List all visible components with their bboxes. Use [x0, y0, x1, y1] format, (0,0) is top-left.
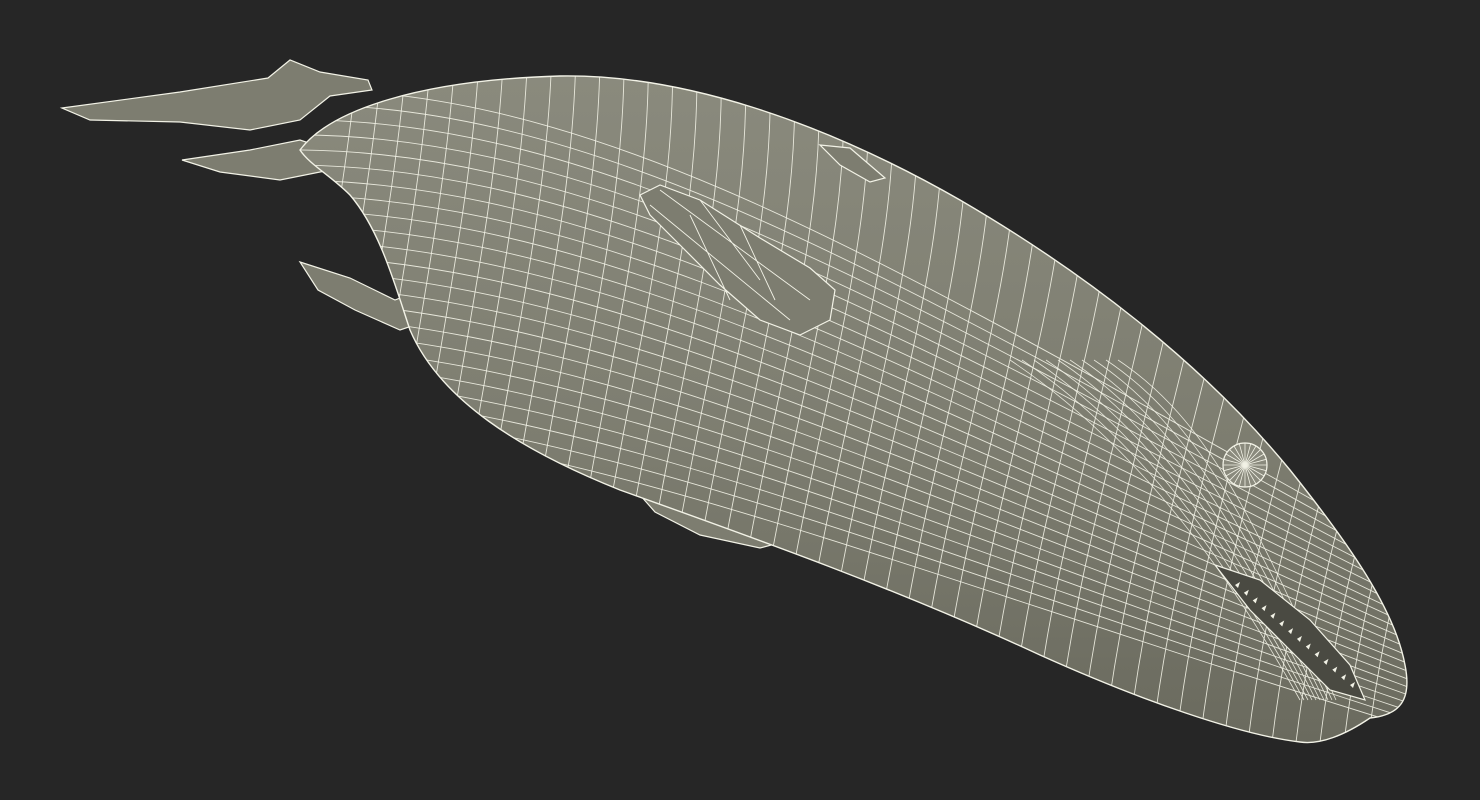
- fish-wireframe-render: [59, 59, 1408, 744]
- eye: [1222, 442, 1268, 488]
- fish-body: [299, 75, 1408, 744]
- viewport: [0, 0, 1480, 800]
- tail-fin-upper: [59, 59, 373, 131]
